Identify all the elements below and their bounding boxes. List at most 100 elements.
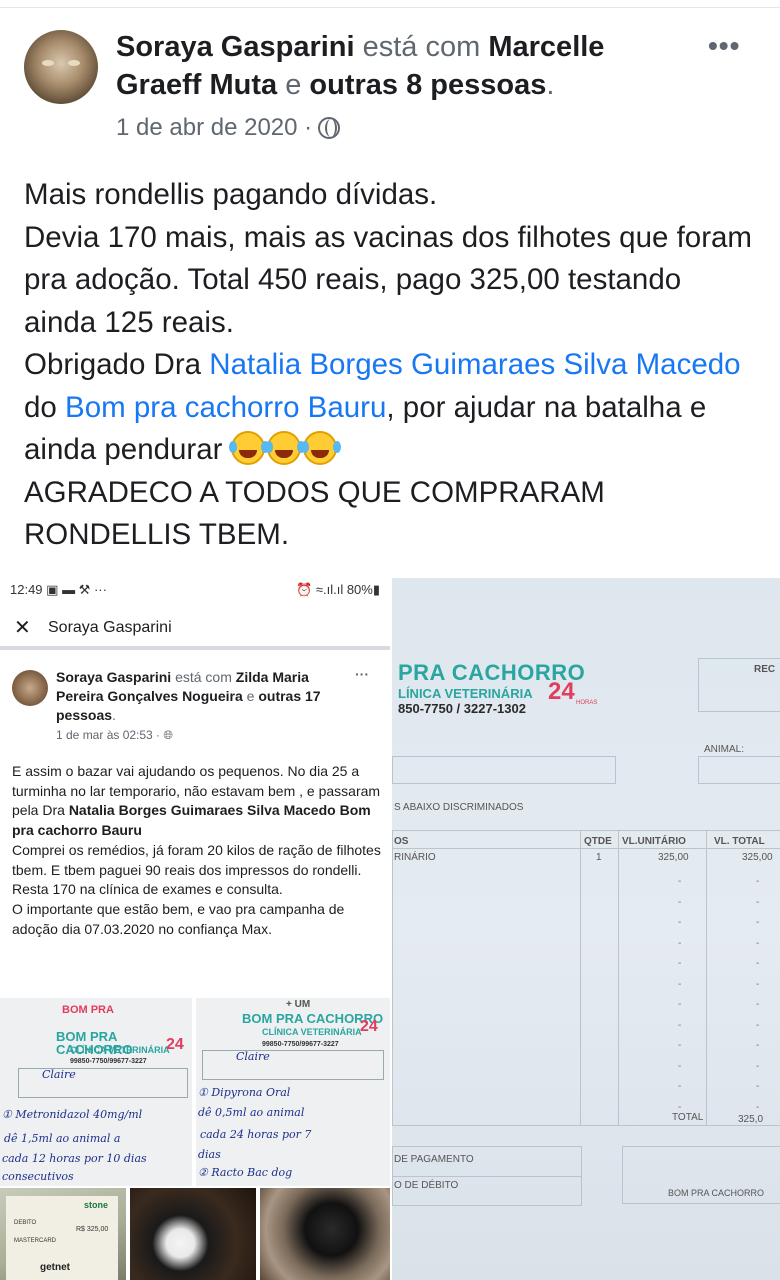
photo-screenshot[interactable]: 12:49 ▣ ▬ ⚒ ··· ⏰ ≈.ıl.ıl 80%▮ ✕ Soraya … bbox=[0, 574, 390, 1280]
rx-note: Claire bbox=[42, 1068, 76, 1081]
inner-body-d: O importante que estão bem, e vao pra ca… bbox=[12, 900, 345, 937]
post-meta: 1 de abr de 2020 · bbox=[116, 114, 341, 142]
receipt-payment-rule bbox=[392, 1176, 582, 1177]
receipt-services-label: S ABAIXO DISCRIMINADOS bbox=[394, 802, 524, 813]
post-header: Soraya Gasparini está com Marcelle Graef… bbox=[116, 28, 676, 104]
rx-note: ① Dipyrona Oral bbox=[198, 1086, 291, 1099]
laughing-crying-emoji-icon bbox=[300, 431, 337, 465]
inner-body-c: Resta 170 na clínica de exames e consult… bbox=[12, 881, 283, 898]
receipt-payment-label: DE PAGAMENTO bbox=[394, 1154, 474, 1165]
laughing-crying-emoji-icon bbox=[228, 431, 265, 465]
globe-icon bbox=[318, 117, 341, 139]
status-right: ⏰ ≈.ıl.ıl 80%▮ bbox=[296, 582, 380, 597]
receipt-table-col bbox=[618, 830, 619, 1126]
inner-post-body: E assim o bazar vai ajudando os pequenos… bbox=[12, 762, 386, 939]
receipt-table bbox=[392, 830, 780, 1126]
card-footer: getnet bbox=[40, 1262, 70, 1273]
post-line: Devia 170 mais, mais as vacinas dos filh… bbox=[24, 220, 753, 339]
status-icons: ▣ ▬ ⚒ ··· bbox=[46, 582, 107, 597]
receipt-col-items: OS bbox=[394, 836, 409, 847]
receipt-field-box bbox=[392, 756, 616, 784]
inner-more-icon: ··· bbox=[355, 666, 369, 682]
inner-body-bold: Natalia Borges Guimaraes Silva Macedo Bo… bbox=[12, 802, 371, 839]
receipt-debit-label: O DE DÉBITO bbox=[394, 1180, 459, 1191]
avatar-eye bbox=[42, 60, 54, 66]
doctor-link[interactable]: Natalia Borges Guimaraes Silva Macedo bbox=[209, 348, 740, 381]
prescription-photo: BOM PRA BOM PRA CACHORRO CLÍNICA VETERIN… bbox=[0, 998, 192, 1186]
rx-logo-top: BOM PRA bbox=[62, 1004, 114, 1016]
post-date[interactable]: 1 de abr de 2020 · bbox=[116, 114, 312, 142]
rx-phone: 99850-7750/99677-3227 bbox=[70, 1058, 147, 1065]
inner-body-b: Comprei os remédios, já foram 20 kilos d… bbox=[12, 841, 381, 878]
inner-post-header: Soraya Gasparini está com Zilda Maria Pe… bbox=[56, 668, 336, 725]
receipt-24: 24 bbox=[548, 678, 575, 705]
card-debit: DEBITO bbox=[14, 1220, 37, 1226]
and-text: e bbox=[285, 69, 302, 101]
receipt-dashes: ------------ bbox=[756, 876, 760, 1113]
inner-globe-icon: 🌐︎ bbox=[163, 728, 174, 742]
receipt-row-qty: 1 bbox=[596, 852, 602, 863]
rx-note: Claire bbox=[236, 1050, 270, 1063]
rx-note: cada 24 horas por 7 bbox=[200, 1128, 312, 1141]
inner-post-date: 1 de mar às 02:53 · 🌐︎ bbox=[56, 728, 173, 743]
rx-24: 24 bbox=[166, 1036, 184, 1053]
post-thanks: Obrigado Dra Natalia Borges Guimaraes Si… bbox=[24, 344, 760, 472]
puppies-photo bbox=[260, 1188, 390, 1280]
clinic-link[interactable]: Bom pra cachorro Bauru bbox=[65, 391, 386, 424]
receipt-rec: REC bbox=[754, 664, 776, 675]
receipt-col-unit: VL.UNITÁRIO bbox=[622, 836, 686, 847]
inner-date-text: 1 de mar às 02:53 · bbox=[56, 728, 161, 742]
rx-note: ① Metronidazol 40mg/ml bbox=[2, 1108, 143, 1121]
rx-note: ② Racto Bac dog bbox=[198, 1166, 293, 1179]
receipt-table-rule bbox=[392, 848, 780, 849]
receipt-footer: BOM PRA CACHORRO bbox=[668, 1188, 765, 1198]
more-options-icon[interactable]: ••• bbox=[708, 30, 740, 62]
author-avatar[interactable] bbox=[24, 30, 98, 104]
prescription-photo: + UM BOM PRA CACHORRO CLÍNICA VETERINÁRI… bbox=[196, 998, 390, 1186]
top-divider bbox=[0, 0, 780, 8]
inner-avatar bbox=[12, 670, 48, 706]
receipt-row-total: 325,00 bbox=[742, 852, 773, 863]
rx-form-box bbox=[202, 1050, 384, 1080]
receipt-row-item: RINÁRIO bbox=[394, 852, 436, 863]
card-issuer: MASTERCARD bbox=[14, 1238, 57, 1244]
post-body: Mais rondellis pagando dívidas. Devia 17… bbox=[24, 174, 760, 557]
receipt-horas: HORAS bbox=[576, 700, 598, 706]
receipt-col-total: VL. TOTAL bbox=[714, 836, 765, 847]
rx-note: consecutivos bbox=[2, 1170, 74, 1183]
receipt-table-col bbox=[580, 830, 581, 1126]
inner-period: . bbox=[112, 707, 116, 723]
receipt-table-col bbox=[706, 830, 707, 1126]
receipt-total-label: TOTAL bbox=[672, 1112, 704, 1123]
receipt-animal-label: ANIMAL: bbox=[704, 744, 745, 755]
with-text: está com bbox=[362, 31, 481, 63]
rx-24: 24 bbox=[360, 1018, 378, 1035]
rx-logo-top: + UM bbox=[286, 999, 311, 1010]
receipt-col-qty: QTDE bbox=[584, 836, 612, 847]
rx-note: dê 0,5ml ao animal bbox=[198, 1106, 305, 1119]
photo-receipt[interactable]: PRA CACHORRO LÍNICA VETERINÁRIA 850-7750… bbox=[392, 578, 780, 1280]
status-bar: 12:49 ▣ ▬ ⚒ ··· ⏰ ≈.ıl.ıl 80%▮ bbox=[10, 582, 380, 598]
inner-author: Soraya Gasparini bbox=[56, 669, 172, 685]
inner-with-text: está com bbox=[175, 669, 232, 685]
laughing-crying-emoji-icon bbox=[264, 431, 301, 465]
inner-and-text: e bbox=[246, 688, 255, 704]
card-receipt-photo: stone DEBITO R$ 325,00 MASTERCARD getnet bbox=[0, 1188, 126, 1280]
screenshot-title: Soraya Gasparini bbox=[0, 610, 390, 650]
receipt-total-value: 325,0 bbox=[738, 1114, 764, 1125]
receipt-field-box bbox=[698, 756, 780, 784]
receipt-row-unit: 325,00 bbox=[658, 852, 689, 863]
inner-photo-grid: BOM PRA BOM PRA CACHORRO CLÍNICA VETERIN… bbox=[0, 998, 390, 1280]
period: . bbox=[546, 69, 555, 101]
post-line: AGRADECO A TODOS QUE COMPRARAM RONDELLIS… bbox=[24, 475, 605, 552]
card-amount: R$ 325,00 bbox=[76, 1226, 109, 1233]
tagged-others[interactable]: outras 8 pessoas bbox=[309, 69, 546, 101]
thanks-prefix: Obrigado Dra bbox=[24, 348, 202, 381]
rx-note: dias bbox=[198, 1148, 221, 1161]
receipt-dashes: ------------ bbox=[678, 876, 682, 1113]
post-line: Mais rondellis pagando dívidas. bbox=[24, 178, 438, 211]
puppy-photo bbox=[130, 1188, 256, 1280]
author-name[interactable]: Soraya Gasparini bbox=[116, 31, 355, 63]
status-time: 12:49 bbox=[10, 582, 43, 597]
card-brand: stone bbox=[84, 1200, 109, 1210]
